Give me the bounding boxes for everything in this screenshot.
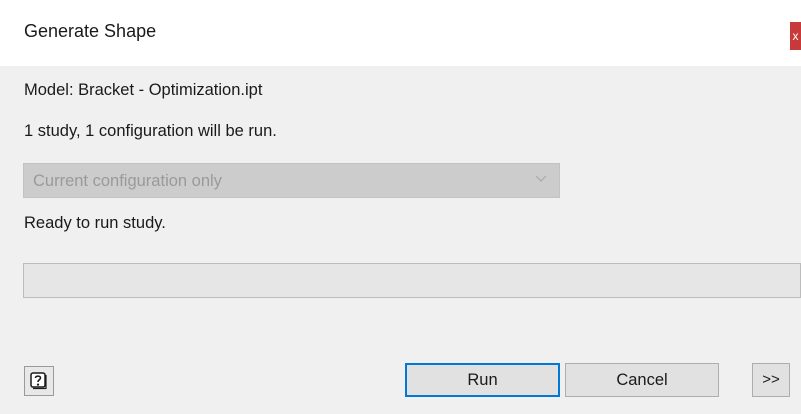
configuration-select[interactable]: Current configuration only xyxy=(23,163,560,198)
help-button[interactable] xyxy=(24,366,54,396)
generate-shape-dialog: Generate Shape x Model: Bracket - Optimi… xyxy=(0,0,801,414)
configuration-select-value: Current configuration only xyxy=(33,172,222,190)
progress-bar xyxy=(23,263,801,298)
close-icon: x xyxy=(792,29,799,43)
run-button[interactable]: Run xyxy=(405,363,560,397)
cancel-button[interactable]: Cancel xyxy=(565,363,719,397)
chevron-down-icon xyxy=(535,175,547,182)
help-question-icon xyxy=(30,372,47,390)
run-summary-label: 1 study, 1 configuration will be run. xyxy=(24,122,277,140)
status-label: Ready to run study. xyxy=(24,214,166,232)
model-label: Model: Bracket - Optimization.ipt xyxy=(24,81,263,99)
dialog-title: Generate Shape xyxy=(24,21,157,41)
close-button[interactable]: x xyxy=(790,22,801,50)
title-bar: Generate Shape x xyxy=(0,0,801,66)
expand-button[interactable]: >> xyxy=(752,363,790,397)
